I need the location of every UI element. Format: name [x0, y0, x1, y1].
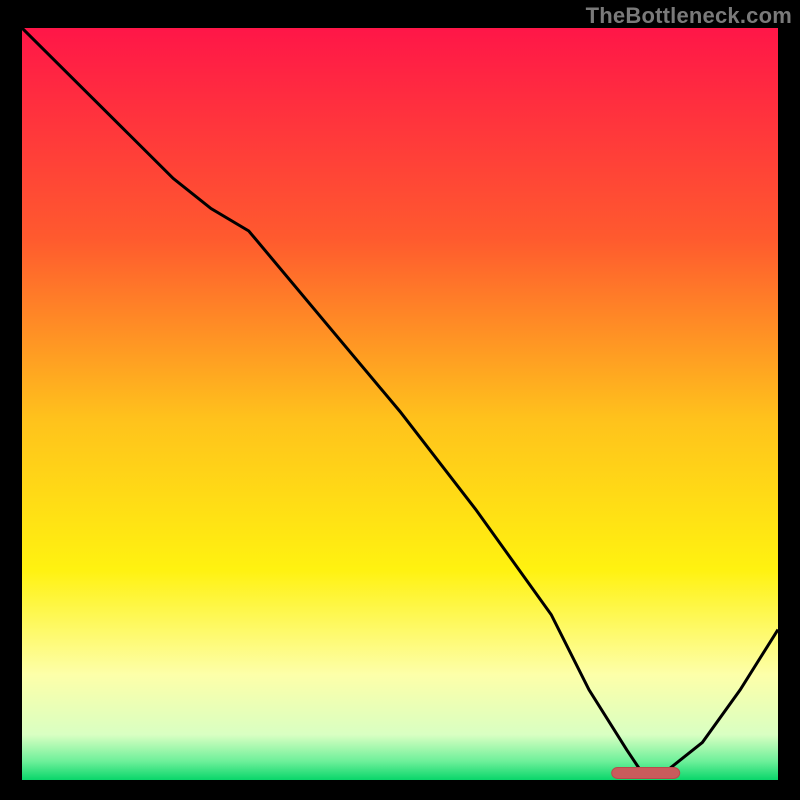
- watermark-text: TheBottleneck.com: [586, 3, 792, 29]
- plot-area: [22, 28, 778, 780]
- chart-container: TheBottleneck.com: [0, 0, 800, 800]
- chart-svg: [22, 28, 778, 780]
- optimal-range-marker: [612, 768, 680, 779]
